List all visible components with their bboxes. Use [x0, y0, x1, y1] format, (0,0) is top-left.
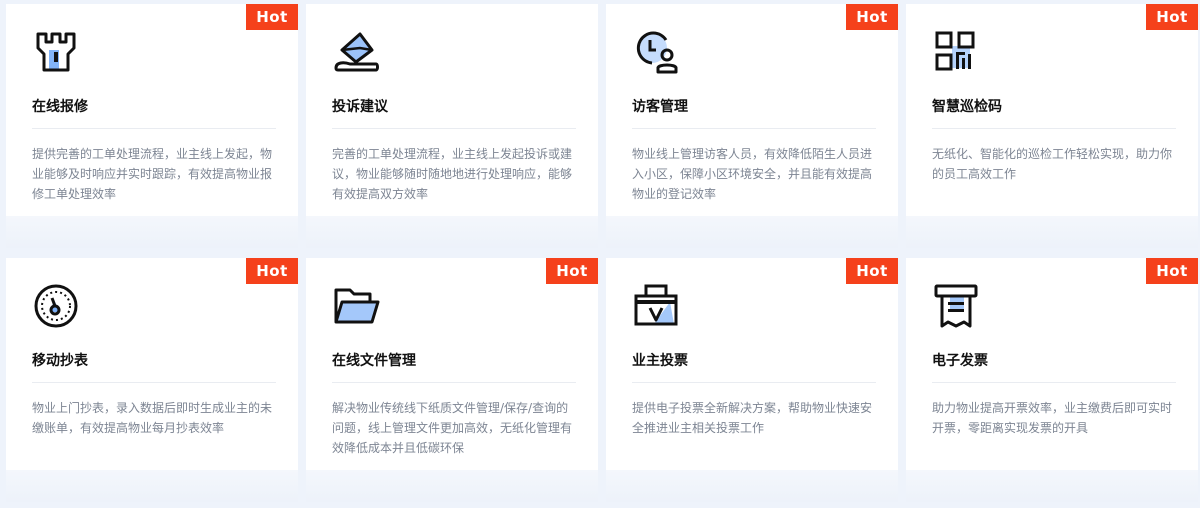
card-footer	[906, 470, 1198, 502]
hot-badge: Hot	[846, 4, 898, 30]
card-divider	[32, 128, 276, 129]
hot-badge: Hot	[1146, 4, 1198, 30]
card-title: 在线报修	[32, 99, 88, 115]
card-footer	[606, 470, 898, 502]
card-divider	[32, 382, 276, 383]
card-title: 智慧巡检码	[932, 99, 1002, 115]
meter-gauge-icon	[32, 282, 80, 330]
card-description: 物业上门抄表，录入数据后即时生成业主的未缴账单，有效提高物业每月抄表效率	[32, 401, 273, 435]
hot-badge: Hot	[246, 4, 298, 30]
card-title: 投诉建议	[332, 99, 388, 115]
hot-badge: Hot	[546, 258, 598, 284]
card-title: 访客管理	[632, 99, 688, 115]
card-description: 助力物业提高开票效率，业主缴费后即可实时开票，零距离实现发票的开具	[932, 401, 1173, 435]
hot-badge: Hot	[846, 258, 898, 284]
card-title: 在线文件管理	[332, 353, 416, 369]
feature-card-complaint[interactable]: 投诉建议 完善的工单处理流程，业主线上发起投诉或建议，物业能够随时随地地进行处理…	[306, 4, 598, 248]
card-description: 提供完善的工单处理流程，业主线上发起，物业能够及时响应并实时跟踪，有效提高物业报…	[32, 147, 273, 201]
card-footer	[906, 216, 1198, 248]
card-divider	[632, 382, 876, 383]
hot-badge: Hot	[246, 258, 298, 284]
card-description: 无纸化、智能化的巡检工作轻松实现，助力你的员工高效工作	[932, 147, 1173, 181]
card-footer	[6, 470, 298, 502]
card-description: 物业线上管理访客人员，有效降低陌生人员进入小区，保障小区环境安全，并且能有效提高…	[632, 147, 873, 201]
feature-card-patrol-code[interactable]: Hot 智慧巡检码 无纸化、智能化的巡检工作轻松实现，助力你的员工高效工作	[906, 4, 1198, 248]
card-description: 提供电子投票全新解决方案，帮助物业快速安全推进业主相关投票工作	[632, 401, 873, 435]
card-footer	[306, 216, 598, 248]
card-divider	[932, 128, 1176, 129]
card-divider	[332, 128, 576, 129]
visitor-clock-icon	[632, 28, 680, 76]
card-description: 解决物业传统线下纸质文件管理/保存/查询的问题，线上管理文件更加高效，无纸化管理…	[332, 401, 573, 455]
repair-tool-icon	[32, 28, 80, 76]
feature-card-meter-reading[interactable]: Hot 移动抄表 物业上门抄表，录入数据后即时生成业主的未缴账单，有效提高物业每…	[6, 258, 298, 502]
feature-card-visitor[interactable]: Hot 访客管理 物业线上管理访客人员，有效降低陌生人员进入小区，保障小区环境安…	[606, 4, 898, 248]
card-footer	[606, 216, 898, 248]
card-divider	[932, 382, 1176, 383]
invoice-icon	[932, 282, 980, 330]
feature-card-e-invoice[interactable]: Hot 电子发票 助力物业提高开票效率，业主缴费后即可实时开票，零距离实现发票的…	[906, 258, 1198, 502]
card-title: 电子发票	[932, 353, 988, 369]
card-title: 移动抄表	[32, 353, 88, 369]
hot-badge: Hot	[1146, 258, 1198, 284]
card-title: 业主投票	[632, 353, 688, 369]
feature-card-owner-voting[interactable]: Hot 业主投票 提供电子投票全新解决方案，帮助物业快速安全推进业主相关投票工作	[606, 258, 898, 502]
qr-code-icon	[932, 28, 980, 76]
complaint-envelope-icon	[332, 28, 380, 76]
card-divider	[632, 128, 876, 129]
card-footer	[6, 216, 298, 248]
card-footer	[306, 470, 598, 502]
feature-card-file-management[interactable]: Hot 在线文件管理 解决物业传统线下纸质文件管理/保存/查询的问题，线上管理文…	[306, 258, 598, 502]
card-divider	[332, 382, 576, 383]
feature-grid: Hot 在线报修 提供完善的工单处理流程，业主线上发起，物业能够及时响应并实时跟…	[0, 0, 1200, 508]
ballot-box-icon	[632, 282, 680, 330]
card-description: 完善的工单处理流程，业主线上发起投诉或建议，物业能够随时随地地进行处理响应，能够…	[332, 147, 573, 201]
feature-card-online-repair[interactable]: Hot 在线报修 提供完善的工单处理流程，业主线上发起，物业能够及时响应并实时跟…	[6, 4, 298, 248]
folder-icon	[332, 282, 380, 330]
